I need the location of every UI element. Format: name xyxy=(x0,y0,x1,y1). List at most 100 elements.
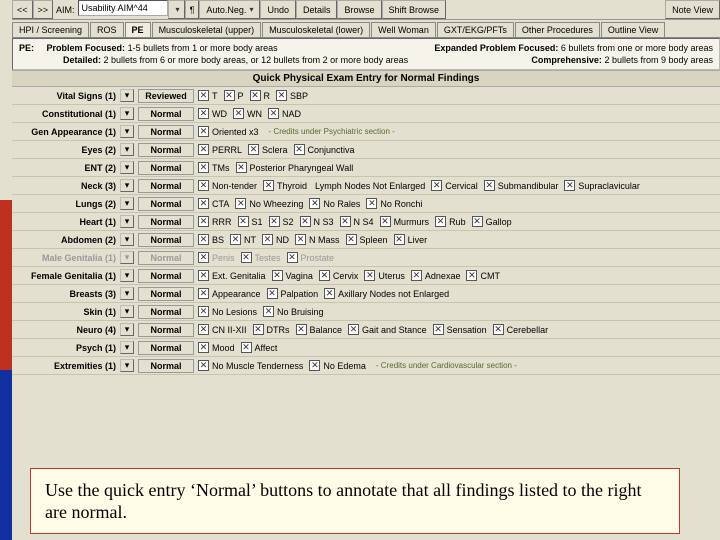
nav-prev-button[interactable]: << xyxy=(12,0,33,19)
finding-checkbox[interactable]: ✕ xyxy=(253,324,264,335)
expand-button[interactable]: ▾ xyxy=(120,305,134,318)
finding-checkbox[interactable]: ✕ xyxy=(198,198,209,209)
finding-checkbox[interactable]: ✕ xyxy=(287,252,298,263)
finding-checkbox[interactable]: ✕ xyxy=(241,252,252,263)
finding-checkbox[interactable]: ✕ xyxy=(294,144,305,155)
finding-checkbox[interactable]: ✕ xyxy=(346,234,357,245)
normal-button[interactable]: Normal xyxy=(138,251,194,265)
finding-checkbox[interactable]: ✕ xyxy=(276,90,287,101)
note-view-button[interactable]: Note View xyxy=(665,0,720,19)
expand-button[interactable]: ▾ xyxy=(120,269,134,282)
finding-checkbox[interactable]: ✕ xyxy=(238,216,249,227)
tab-well-woman[interactable]: Well Woman xyxy=(371,22,436,37)
reviewed-button[interactable]: Reviewed xyxy=(138,89,194,103)
expand-button[interactable]: ▾ xyxy=(120,341,134,354)
finding-checkbox[interactable]: ✕ xyxy=(241,342,252,353)
finding-checkbox[interactable]: ✕ xyxy=(394,234,405,245)
finding-checkbox[interactable]: ✕ xyxy=(198,360,209,371)
normal-button[interactable]: Normal xyxy=(138,323,194,337)
finding-checkbox[interactable]: ✕ xyxy=(411,270,422,281)
normal-button[interactable]: Normal xyxy=(138,359,194,373)
normal-button[interactable]: Normal xyxy=(138,143,194,157)
expand-button[interactable]: ▾ xyxy=(120,89,134,102)
expand-button[interactable]: ▾ xyxy=(120,215,134,228)
finding-checkbox[interactable]: ✕ xyxy=(309,198,320,209)
expand-button[interactable]: ▾ xyxy=(120,161,134,174)
finding-checkbox[interactable]: ✕ xyxy=(272,270,283,281)
aim-field[interactable]: Usability AIM^44 xyxy=(78,0,168,16)
finding-checkbox[interactable]: ✕ xyxy=(248,144,259,155)
finding-checkbox[interactable]: ✕ xyxy=(268,108,279,119)
expand-button[interactable]: ▾ xyxy=(120,125,134,138)
normal-button[interactable]: Normal xyxy=(138,233,194,247)
finding-checkbox[interactable]: ✕ xyxy=(198,342,209,353)
finding-checkbox[interactable]: ✕ xyxy=(340,216,351,227)
finding-checkbox[interactable]: ✕ xyxy=(198,234,209,245)
aim-dropdown[interactable] xyxy=(168,0,185,19)
tab-musculoskeletal-upper-[interactable]: Musculoskeletal (upper) xyxy=(152,22,262,37)
finding-checkbox[interactable]: ✕ xyxy=(348,324,359,335)
finding-checkbox[interactable]: ✕ xyxy=(564,180,575,191)
finding-checkbox[interactable]: ✕ xyxy=(309,360,320,371)
nav-next-button[interactable]: >> xyxy=(33,0,54,19)
finding-checkbox[interactable]: ✕ xyxy=(493,324,504,335)
auto-neg-button[interactable]: Auto.Neg. xyxy=(199,0,260,19)
expand-button[interactable]: ▾ xyxy=(120,287,134,300)
finding-checkbox[interactable]: ✕ xyxy=(198,216,209,227)
finding-checkbox[interactable]: ✕ xyxy=(236,162,247,173)
tab-pe[interactable]: PE xyxy=(125,22,151,37)
finding-checkbox[interactable]: ✕ xyxy=(263,180,274,191)
expand-button[interactable]: ▾ xyxy=(120,143,134,156)
normal-button[interactable]: Normal xyxy=(138,305,194,319)
finding-checkbox[interactable]: ✕ xyxy=(472,216,483,227)
finding-checkbox[interactable]: ✕ xyxy=(466,270,477,281)
finding-checkbox[interactable]: ✕ xyxy=(198,324,209,335)
undo-button[interactable]: Undo xyxy=(260,0,296,19)
browse-button[interactable]: Browse xyxy=(337,0,381,19)
normal-button[interactable]: Normal xyxy=(138,287,194,301)
finding-checkbox[interactable]: ✕ xyxy=(262,234,273,245)
finding-checkbox[interactable]: ✕ xyxy=(380,216,391,227)
format-button[interactable]: ¶ xyxy=(185,0,200,19)
finding-checkbox[interactable]: ✕ xyxy=(366,198,377,209)
finding-checkbox[interactable]: ✕ xyxy=(269,216,280,227)
finding-checkbox[interactable]: ✕ xyxy=(230,234,241,245)
finding-checkbox[interactable]: ✕ xyxy=(198,108,209,119)
normal-button[interactable]: Normal xyxy=(138,197,194,211)
finding-checkbox[interactable]: ✕ xyxy=(250,90,261,101)
finding-checkbox[interactable]: ✕ xyxy=(198,144,209,155)
finding-checkbox[interactable]: ✕ xyxy=(198,90,209,101)
finding-checkbox[interactable]: ✕ xyxy=(435,216,446,227)
finding-checkbox[interactable]: ✕ xyxy=(198,306,209,317)
expand-button[interactable]: ▾ xyxy=(120,359,134,372)
expand-button[interactable]: ▾ xyxy=(120,179,134,192)
finding-checkbox[interactable]: ✕ xyxy=(198,270,209,281)
normal-button[interactable]: Normal xyxy=(138,125,194,139)
normal-button[interactable]: Normal xyxy=(138,107,194,121)
shift-browse-button[interactable]: Shift Browse xyxy=(382,0,447,19)
finding-checkbox[interactable]: ✕ xyxy=(433,324,444,335)
finding-checkbox[interactable]: ✕ xyxy=(431,180,442,191)
normal-button[interactable]: Normal xyxy=(138,179,194,193)
normal-button[interactable]: Normal xyxy=(138,269,194,283)
tab-ros[interactable]: ROS xyxy=(90,22,124,37)
finding-checkbox[interactable]: ✕ xyxy=(198,288,209,299)
finding-checkbox[interactable]: ✕ xyxy=(198,126,209,137)
tab-musculoskeletal-lower-[interactable]: Musculoskeletal (lower) xyxy=(262,22,370,37)
expand-button[interactable]: ▾ xyxy=(120,107,134,120)
tab-hpi-screening[interactable]: HPI / Screening xyxy=(12,22,89,37)
finding-checkbox[interactable]: ✕ xyxy=(324,288,335,299)
details-button[interactable]: Details xyxy=(296,0,338,19)
tab-outline-view[interactable]: Outline View xyxy=(601,22,665,37)
finding-checkbox[interactable]: ✕ xyxy=(484,180,495,191)
finding-checkbox[interactable]: ✕ xyxy=(198,162,209,173)
expand-button[interactable]: ▾ xyxy=(120,197,134,210)
expand-button[interactable]: ▾ xyxy=(120,233,134,246)
finding-checkbox[interactable]: ✕ xyxy=(198,252,209,263)
finding-checkbox[interactable]: ✕ xyxy=(235,198,246,209)
finding-checkbox[interactable]: ✕ xyxy=(296,324,307,335)
tab-gxt-ekg-pfts[interactable]: GXT/EKG/PFTs xyxy=(437,22,514,37)
finding-checkbox[interactable]: ✕ xyxy=(233,108,244,119)
expand-button[interactable]: ▾ xyxy=(120,323,134,336)
finding-checkbox[interactable]: ✕ xyxy=(224,90,235,101)
